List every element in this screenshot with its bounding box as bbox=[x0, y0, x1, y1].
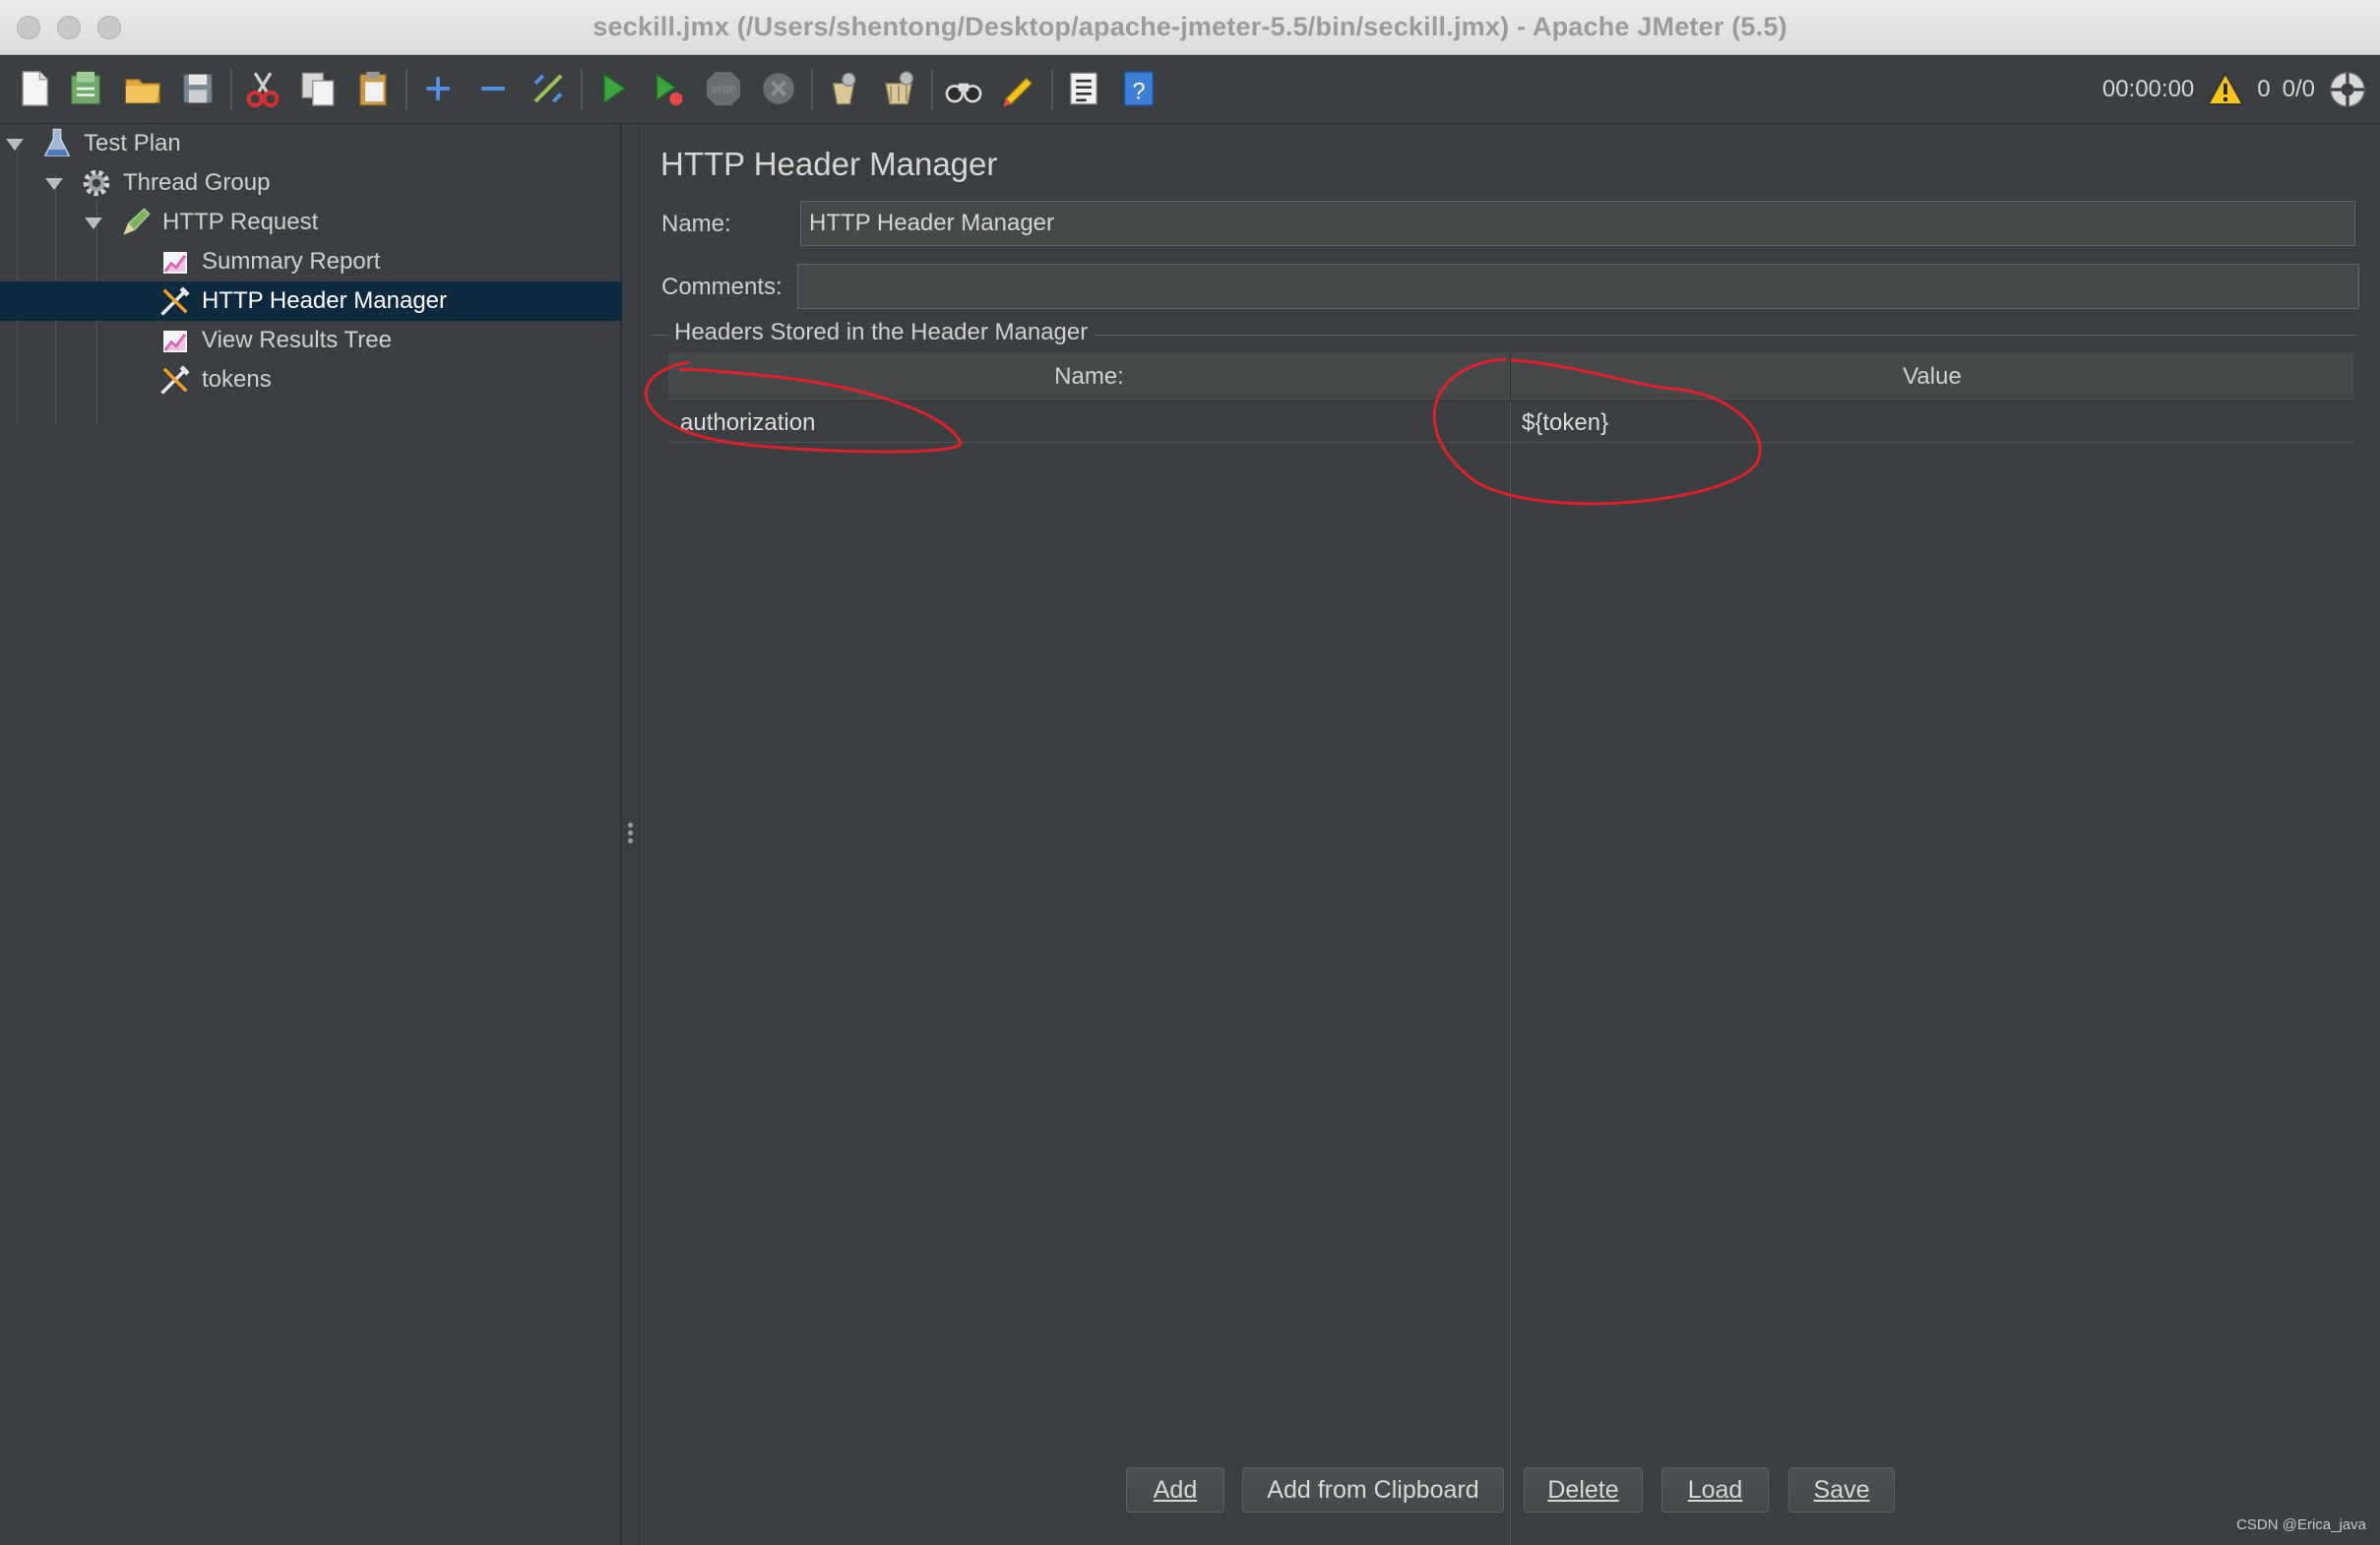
expand-arrow-icon[interactable] bbox=[45, 178, 63, 190]
group-title: Headers Stored in the Header Manager bbox=[668, 319, 1095, 346]
tree-item-http-header-manager[interactable]: HTTP Header Manager bbox=[0, 281, 622, 321]
add-from-clipboard-button[interactable]: Add from Clipboard bbox=[1242, 1467, 1504, 1513]
toggle-icon[interactable] bbox=[526, 66, 571, 111]
headers-table-header: Name: Value bbox=[668, 352, 2353, 402]
cut-icon[interactable] bbox=[240, 66, 285, 111]
tree-item-tokens[interactable]: tokens bbox=[0, 360, 622, 400]
load-button-label: Load bbox=[1687, 1475, 1743, 1504]
warning-icon[interactable] bbox=[2206, 70, 2245, 109]
new-icon[interactable] bbox=[12, 66, 57, 111]
tree-item-thread-group[interactable]: Thread Group bbox=[0, 163, 622, 203]
tools-icon bbox=[157, 283, 193, 319]
templates-icon[interactable] bbox=[63, 66, 108, 111]
column-divider bbox=[1510, 402, 1511, 1545]
tree-item-view-results-tree[interactable]: View Results Tree bbox=[0, 321, 622, 360]
copy-icon[interactable] bbox=[295, 66, 341, 111]
search-binoculars-icon[interactable] bbox=[941, 66, 986, 111]
add-button[interactable]: Add bbox=[1126, 1467, 1224, 1513]
tools-icon bbox=[157, 362, 193, 398]
flask-icon bbox=[39, 126, 75, 161]
window-title-bar: seckill.jmx (/Users/shentong/Desktop/apa… bbox=[0, 0, 2380, 55]
tree-item-test-plan[interactable]: Test Plan bbox=[0, 124, 622, 163]
chart-icon bbox=[157, 244, 193, 279]
save-button[interactable]: Save bbox=[1788, 1467, 1895, 1513]
splitter-grip-dot bbox=[628, 838, 633, 843]
tree-item-http-request[interactable]: HTTP Request bbox=[0, 203, 622, 242]
clear-icon[interactable] bbox=[821, 66, 866, 111]
tree-item-summary-report[interactable]: Summary Report bbox=[0, 242, 622, 281]
pen-icon bbox=[118, 205, 154, 240]
comments-label: Comments: bbox=[661, 274, 783, 300]
column-header-name[interactable]: Name: bbox=[668, 352, 1510, 401]
header-manager-panel: HTTP Header Manager Name: Comments: Head… bbox=[641, 124, 2380, 1545]
expand-all-icon[interactable] bbox=[415, 66, 461, 111]
window-title: seckill.jmx (/Users/shentong/Desktop/apa… bbox=[593, 12, 1787, 41]
column-header-value[interactable]: Value bbox=[1511, 352, 2353, 401]
toolbar-status: 00:00:00 0 0/0 bbox=[2102, 55, 2380, 124]
zoom-window-button[interactable] bbox=[97, 16, 121, 39]
open-icon[interactable] bbox=[120, 66, 165, 111]
reset-search-icon[interactable] bbox=[996, 66, 1041, 111]
load-button[interactable]: Load bbox=[1661, 1467, 1769, 1513]
delete-button-label: Delete bbox=[1547, 1475, 1619, 1504]
clear-all-icon[interactable] bbox=[876, 66, 921, 111]
gear-icon bbox=[79, 165, 114, 201]
add-button-label: Add bbox=[1153, 1475, 1198, 1504]
shutdown-icon[interactable] bbox=[756, 66, 801, 111]
name-label: Name: bbox=[661, 211, 731, 237]
expand-arrow-icon[interactable] bbox=[85, 217, 102, 229]
toolbar: STOP ? bbox=[0, 55, 2380, 124]
function-helper-icon[interactable] bbox=[1061, 66, 1106, 111]
table-row[interactable]: authorization ${token} bbox=[668, 402, 2353, 443]
elapsed-time: 00:00:00 bbox=[2101, 76, 2195, 102]
watermark: CSDN @Erica_java bbox=[2236, 1516, 2366, 1533]
start-no-pauses-icon[interactable] bbox=[646, 66, 691, 111]
collapse-all-icon[interactable] bbox=[470, 66, 516, 111]
svg-text:STOP: STOP bbox=[712, 85, 736, 94]
start-icon[interactable] bbox=[591, 66, 636, 111]
close-window-button[interactable] bbox=[17, 16, 40, 39]
paste-icon[interactable] bbox=[350, 66, 396, 111]
save-button-label: Save bbox=[1813, 1475, 1870, 1504]
test-plan-tree: Test Plan Thread Group HTTP Request Summ… bbox=[0, 124, 622, 1545]
header-name-cell[interactable]: authorization bbox=[680, 409, 815, 437]
stop-icon[interactable]: STOP bbox=[701, 66, 746, 111]
splitter-grip-dot bbox=[628, 831, 633, 835]
delete-button[interactable]: Delete bbox=[1524, 1467, 1643, 1513]
help-icon[interactable]: ? bbox=[1116, 66, 1161, 111]
svg-text:?: ? bbox=[1132, 80, 1145, 105]
splitter-grip-dot bbox=[628, 823, 633, 828]
header-value-cell[interactable]: ${token} bbox=[1522, 409, 1608, 437]
expand-arrow-icon[interactable] bbox=[6, 139, 24, 151]
comments-field[interactable] bbox=[797, 264, 2359, 309]
thread-count: 0/0 bbox=[2282, 76, 2315, 102]
minimize-window-button[interactable] bbox=[57, 16, 81, 39]
warning-count: 0 bbox=[2257, 76, 2271, 102]
chart-icon bbox=[157, 323, 193, 358]
page-title: HTTP Header Manager bbox=[660, 146, 998, 182]
name-field[interactable] bbox=[800, 201, 2355, 246]
remote-status-icon bbox=[2327, 69, 2368, 110]
window-controls bbox=[17, 16, 121, 39]
save-icon[interactable] bbox=[175, 66, 220, 111]
